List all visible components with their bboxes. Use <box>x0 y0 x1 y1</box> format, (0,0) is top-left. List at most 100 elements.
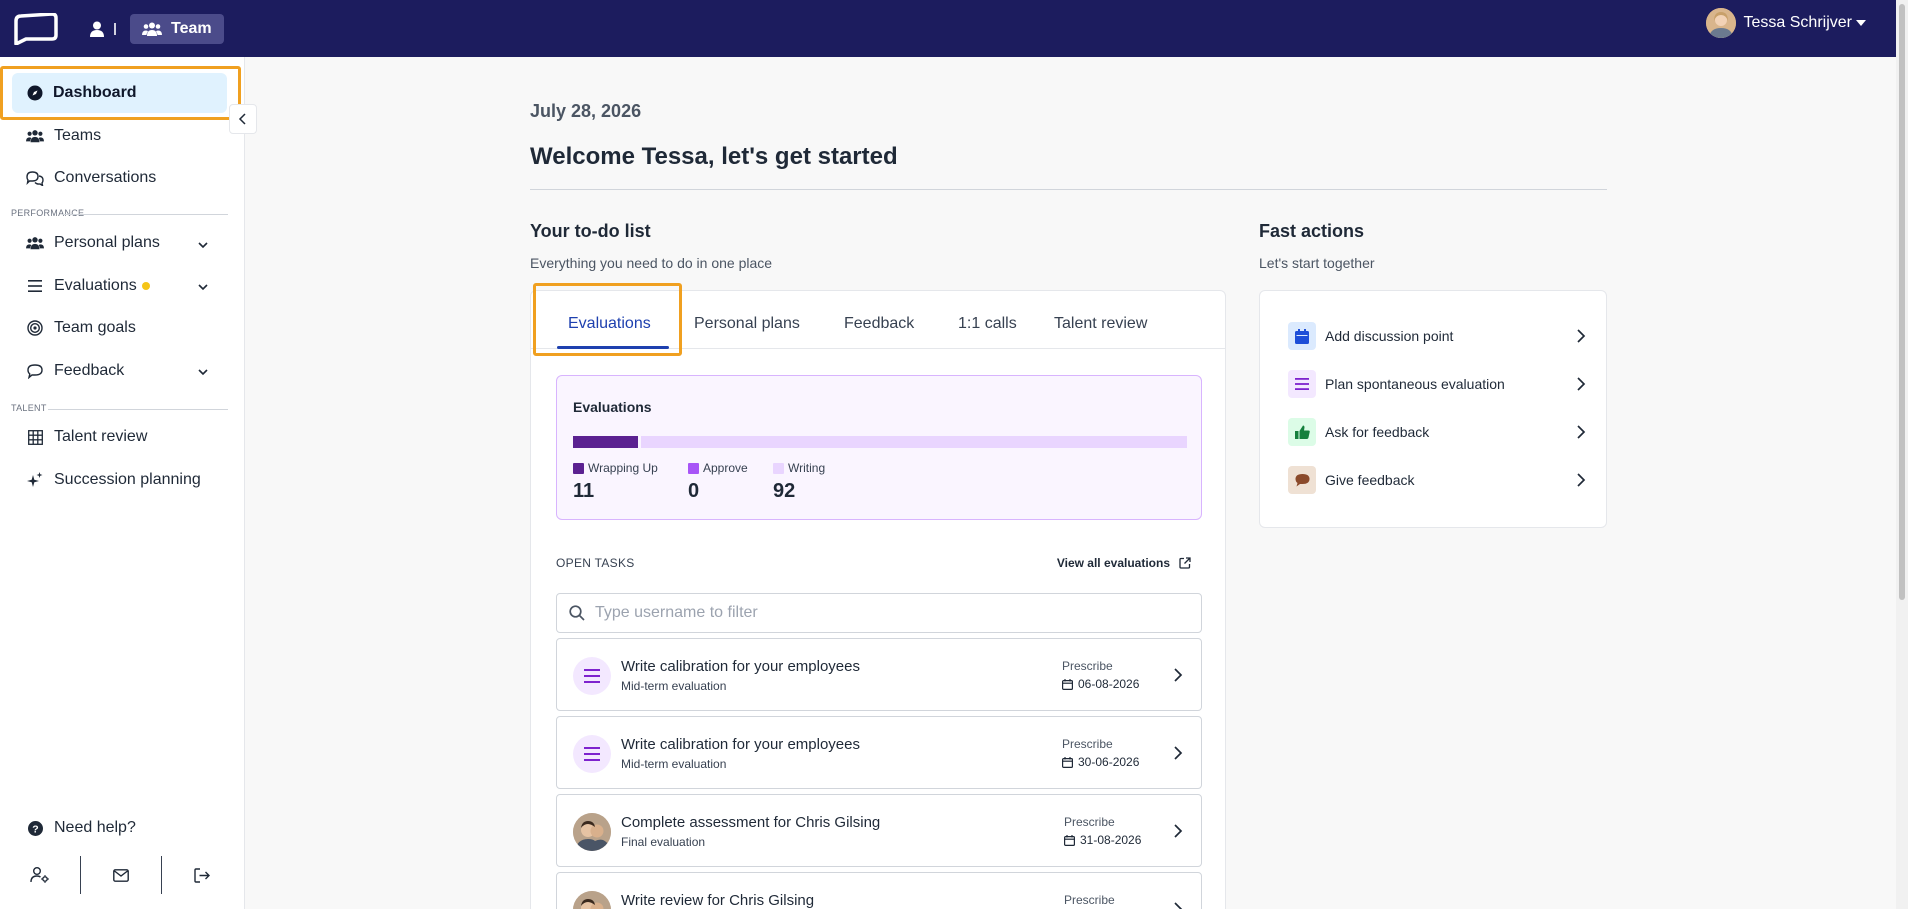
bar-segment-writing <box>641 436 1187 448</box>
sidebar-item-teams[interactable]: Teams <box>26 127 101 145</box>
sidebar-item-label: Conversations <box>54 169 157 186</box>
messages-button[interactable] <box>81 868 161 882</box>
task-row[interactable]: Write calibration for your employees Mid… <box>556 638 1202 711</box>
avatar <box>573 891 611 909</box>
active-tab-indicator <box>557 346 669 349</box>
logout-button[interactable] <box>162 867 242 883</box>
sidebar-item-team-goals[interactable]: Team goals <box>26 319 136 337</box>
users-icon <box>26 234 44 252</box>
fast-action-label: Give feedback <box>1325 472 1415 488</box>
tab-talent-review[interactable]: Talent review <box>1054 315 1147 333</box>
legend-item: Approve <box>688 461 748 475</box>
help-icon: ? <box>26 819 44 837</box>
chevron-right-icon <box>1577 377 1586 391</box>
chevron-right-icon <box>1174 902 1183 909</box>
sidebar-item-label: Feedback <box>54 362 125 379</box>
avatar <box>1705 8 1736 38</box>
username-filter[interactable] <box>556 593 1202 633</box>
section-label-performance: PERFORMANCE <box>11 208 85 218</box>
scrollbar-thumb[interactable] <box>1899 4 1905 600</box>
task-subtitle: Mid-term evaluation <box>621 679 727 693</box>
users-icon <box>26 127 44 145</box>
search-icon <box>569 605 585 621</box>
scrollbar[interactable] <box>1896 0 1908 909</box>
chevron-right-icon <box>1577 425 1586 439</box>
personal-view-toggle[interactable] <box>90 21 116 37</box>
thumbs-up-icon <box>1288 418 1316 446</box>
page-title: Welcome Tessa, let's get started <box>530 143 898 170</box>
tab-1-1-calls[interactable]: 1:1 calls <box>958 315 1017 333</box>
current-date: July 28, 2026 <box>530 101 642 121</box>
chevron-right-icon <box>1174 824 1183 838</box>
avatar <box>573 813 611 851</box>
envelope-icon <box>113 868 129 882</box>
task-title: Write calibration for your employees <box>621 736 860 753</box>
list-icon <box>573 735 611 773</box>
sidebar-item-conversations[interactable]: Conversations <box>26 169 156 187</box>
user-settings-button[interactable] <box>0 867 80 883</box>
fast-action-ask-for-feedback[interactable]: Ask for feedback <box>1288 418 1586 446</box>
grid-icon <box>26 428 44 446</box>
sidebar-item-talent-review[interactable]: Talent review <box>26 428 147 446</box>
fast-action-give-feedback[interactable]: Give feedback <box>1288 466 1586 494</box>
legend-label: Wrapping Up <box>588 461 658 475</box>
divider <box>114 22 116 35</box>
need-help-link[interactable]: ? Need help? <box>26 819 136 837</box>
tab-feedback[interactable]: Feedback <box>844 315 914 333</box>
notification-dot <box>141 282 150 290</box>
view-all-evaluations-link[interactable]: View all evaluations <box>1057 556 1191 570</box>
legend-swatch <box>773 462 784 474</box>
chevron-down-icon[interactable] <box>197 239 209 251</box>
task-row[interactable]: Complete assessment for Chris Gilsing Fi… <box>556 794 1202 867</box>
task-row[interactable]: Write calibration for your employees Mid… <box>556 716 1202 789</box>
calendar-icon <box>1288 322 1316 350</box>
tab-evaluations[interactable]: Evaluations <box>568 315 651 333</box>
sidebar-item-label: Evaluations <box>54 277 137 294</box>
chat-bubbles-icon <box>26 169 44 187</box>
users-icon <box>142 22 162 36</box>
fast-actions-subtitle: Let's start together <box>1259 255 1375 271</box>
chevron-down-icon[interactable] <box>197 281 209 293</box>
due-label: Prescribe <box>1062 737 1113 751</box>
need-help-label: Need help? <box>54 819 136 836</box>
fast-actions-card: Add discussion point Plan spontaneous ev… <box>1259 290 1607 528</box>
due-date: 31-08-2026 <box>1064 833 1141 847</box>
profile-menu[interactable]: Tessa Schrijver <box>1705 8 1866 38</box>
sidebar-item-succession-planning[interactable]: Succession planning <box>26 471 201 489</box>
fast-action-plan-spontaneous-evaluation[interactable]: Plan spontaneous evaluation <box>1288 370 1586 398</box>
legend-swatch <box>688 462 699 474</box>
speech-bubble-icon <box>1288 466 1316 494</box>
chevron-right-icon <box>1174 746 1183 760</box>
chevron-down-icon[interactable] <box>197 366 209 378</box>
sidebar-item-personal-plans[interactable]: Personal plans <box>26 234 160 252</box>
sidebar-item-dashboard[interactable]: Dashboard <box>12 73 227 113</box>
sidebar-footer <box>0 853 245 897</box>
count-approve: 0 <box>688 480 700 502</box>
sidebar-item-label: Teams <box>54 127 102 144</box>
evaluations-summary[interactable]: Evaluations Wrapping Up 11 Approve 0 Wri… <box>556 375 1202 520</box>
tab-personal-plans[interactable]: Personal plans <box>694 315 800 333</box>
sidebar-item-label: Personal plans <box>54 234 160 251</box>
fast-action-add-discussion-point[interactable]: Add discussion point <box>1288 322 1586 350</box>
sidebar-item-feedback[interactable]: Feedback <box>26 362 124 380</box>
due-label: Prescribe <box>1062 659 1113 673</box>
team-view-button[interactable]: Team <box>130 13 224 44</box>
search-input[interactable] <box>595 604 1155 622</box>
collapse-sidebar-button[interactable] <box>229 104 257 134</box>
user-name: Tessa Schrijver <box>1743 14 1852 31</box>
app-logo[interactable] <box>12 11 58 46</box>
team-label: Team <box>171 19 212 37</box>
calendar-icon <box>1064 834 1075 846</box>
user-settings-icon <box>30 867 49 883</box>
due-date-value: 30-06-2026 <box>1078 755 1140 769</box>
todo-title: Your to-do list <box>530 221 651 241</box>
open-tasks-label: OPEN TASKS <box>556 556 635 570</box>
fast-actions-title: Fast actions <box>1259 221 1365 241</box>
sidebar-item-evaluations[interactable]: Evaluations <box>26 277 150 295</box>
task-title: Write calibration for your employees <box>621 658 860 675</box>
todo-card: Evaluations Personal plans Feedback 1:1 … <box>530 290 1226 909</box>
target-icon <box>26 319 44 337</box>
tab-bar: Evaluations Personal plans Feedback 1:1 … <box>531 291 1225 349</box>
progress-bar <box>573 436 1187 448</box>
task-row[interactable]: Write review for Chris Gilsing Prescribe <box>556 872 1202 909</box>
